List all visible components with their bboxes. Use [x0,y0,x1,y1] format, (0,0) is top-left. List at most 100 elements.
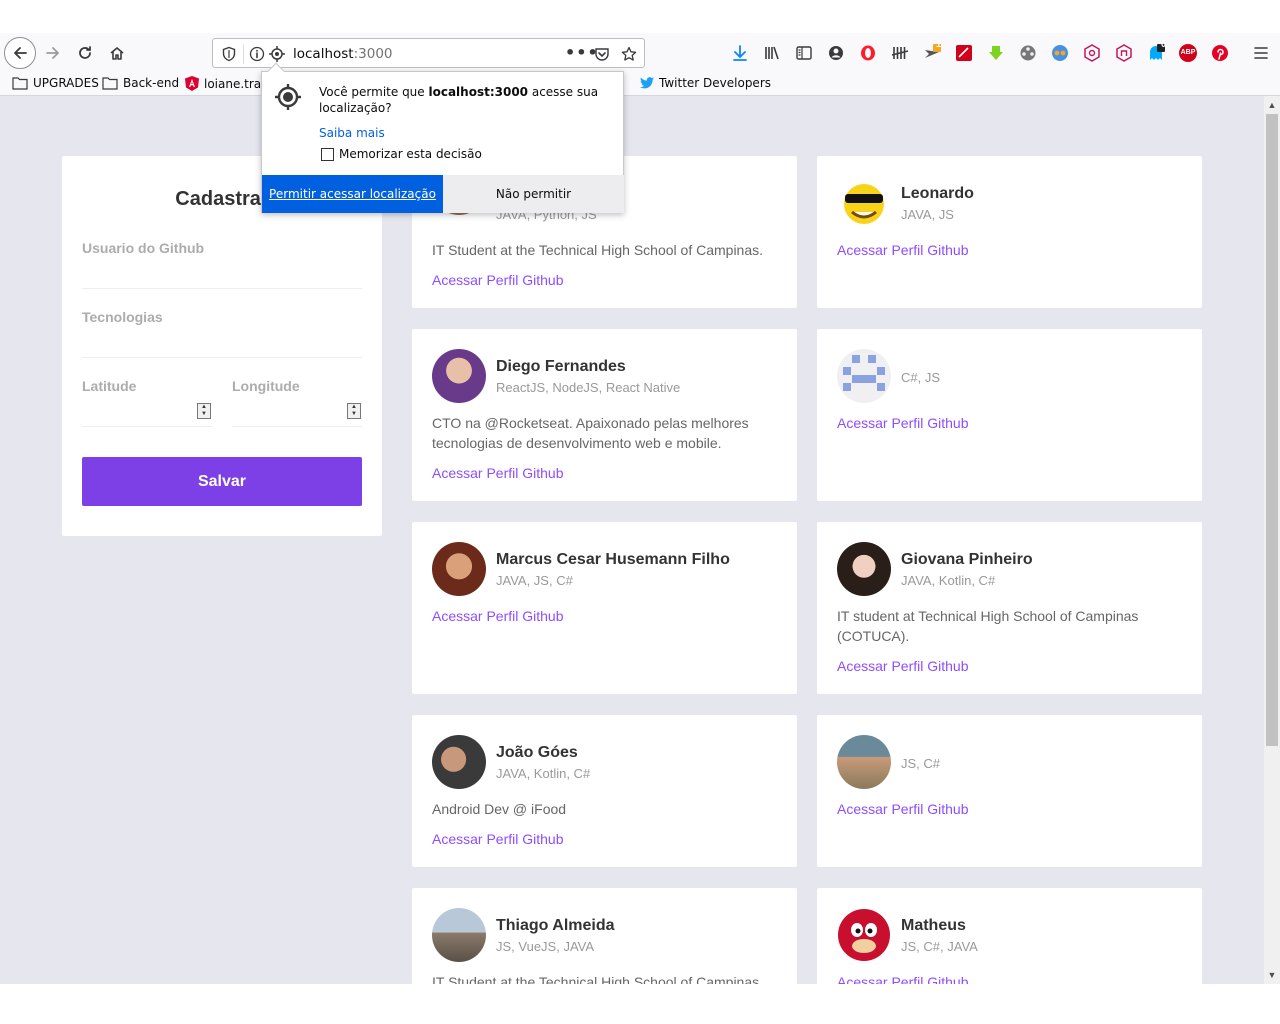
url-text: localhost:3000 [293,46,393,62]
techs-field[interactable]: Tecnologias [82,309,362,359]
scroll-up-arrow-icon[interactable]: ▲ [1267,100,1277,110]
avatar [837,176,891,230]
deny-location-button[interactable]: Não permitir [443,175,624,213]
bookmark-upgrades[interactable]: UPGRADES [12,76,99,90]
bookmark-loiane[interactable]: loiane.trair [185,76,269,91]
home-icon [110,47,124,60]
avatar [837,349,891,403]
dev-name: João Góes [496,744,578,761]
github-profile-link[interactable]: Acessar Perfil Github [837,801,969,817]
back-button[interactable] [4,37,36,69]
learn-more-link[interactable]: Saiba mais [319,126,385,140]
angular-icon [185,76,199,91]
dev-techs: C#, JS [901,370,941,385]
message-prefix: Você permite que [319,85,429,99]
pocket-icon[interactable] [594,46,610,62]
pdf-extension-icon[interactable] [955,44,973,62]
github-profile-link[interactable]: Acessar Perfil Github [837,242,969,258]
url-port: :3000 [353,46,393,62]
github-user-label: Usuario do Github [82,240,205,256]
glasses-extension-icon[interactable] [1051,44,1069,62]
dev-techs: JAVA, Kotlin, C# [901,573,996,588]
info-icon[interactable] [249,46,265,62]
field-underline [82,288,362,289]
bookmark-label: loiane.trair [204,76,270,91]
adblock-icon[interactable]: ABP [1179,44,1197,62]
avatar [432,735,486,789]
page-content: Cadastrar Usuario do Github Tecnologias … [0,96,1264,984]
github-profile-link[interactable]: Acessar Perfil Github [837,974,969,984]
latitude-stepper[interactable]: ▲ ▼ [197,403,211,419]
dev-card: JS, C# Acessar Perfil Github [817,715,1202,867]
deny-label: Não permitir [495,187,572,201]
dev-techs: JS, C#, JAVA [901,939,978,954]
identicon-avatar-icon [843,355,885,391]
account-icon[interactable] [827,44,845,62]
tally-icon[interactable] [891,44,909,62]
dev-card: Matheus JS, C#, JAVA Acessar Perfil Gith… [817,888,1202,984]
download-icon[interactable] [731,44,749,62]
film-reel-icon[interactable] [1019,44,1037,62]
github-profile-link[interactable]: Acessar Perfil Github [432,465,564,481]
dev-techs: JAVA, JS, C# [496,573,573,588]
hex-n-extension-icon[interactable] [1115,44,1133,62]
dev-card: Leonardo JAVA, JS Acessar Perfil Github [817,156,1202,308]
dev-bio: IT Student at the Technical High School … [432,974,764,984]
url-host: localhost [293,46,354,62]
message-host: localhost:3000 [428,85,529,99]
library-icon[interactable] [763,44,781,62]
bookmarks-bar: UPGRADES Back-end loiane.trair Twitter D… [0,73,1280,96]
sidebar-icon[interactable] [795,44,813,62]
pinterest-icon[interactable] [1211,44,1229,62]
forward-button[interactable] [37,37,69,69]
dev-techs: JAVA, Kotlin, C# [496,766,591,781]
window-bottom [0,984,1280,1024]
github-profile-link[interactable]: Acessar Perfil Github [837,415,969,431]
remember-checkbox[interactable] [321,147,334,161]
bookmark-label: Twitter Developers [659,76,772,90]
save-button[interactable]: Salvar [82,457,362,506]
star-icon[interactable] [621,46,637,62]
dev-bio: CTO na @Rocketseat. Apaixonado pelas mel… [432,415,749,451]
register-form-card: Cadastrar Usuario do Github Tecnologias … [62,156,382,536]
github-profile-link[interactable]: Acessar Perfil Github [837,658,969,674]
bookmark-back-end[interactable]: Back-end [102,76,179,90]
folder-icon [102,77,118,90]
avatar [432,542,486,596]
dev-bio: Android Dev @ iFood [432,801,567,817]
remember-decision[interactable]: Memorizar esta decisão [321,147,482,161]
reload-button[interactable] [69,37,101,69]
menu-icon[interactable] [1252,44,1270,62]
location-target-icon[interactable] [269,46,285,62]
reload-icon [79,46,91,59]
dev-techs: JS, C# [901,756,941,771]
shield-icon[interactable] [221,46,237,62]
latitude-label: Latitude [82,378,137,394]
field-underline [232,426,362,427]
avatar [837,908,891,962]
bookmark-twitter-developers[interactable]: Twitter Developers [640,76,771,90]
scroll-down-arrow-icon[interactable]: ▼ [1267,970,1277,980]
github-user-field[interactable]: Usuario do Github [82,240,362,290]
github-profile-link[interactable]: Acessar Perfil Github [432,272,564,288]
home-button[interactable] [101,37,133,69]
opera-icon[interactable] [859,44,877,62]
emoji-avatar-icon [837,176,891,230]
dev-bio: IT student at Technical High School of C… [837,608,1139,644]
arrow-right-icon [46,47,59,59]
dev-name: Matheus [901,917,966,934]
allow-location-button[interactable]: Permitir acessar localização [262,175,443,213]
allow-label: Permitir acessar localização [269,187,436,201]
dev-techs: JAVA, JS [901,207,954,222]
github-profile-link[interactable]: Acessar Perfil Github [432,608,564,624]
longitude-field[interactable]: Longitude ▲ ▼ [232,378,362,428]
dev-card: Diego Fernandes ReactJS, NodeJS, React N… [412,329,797,501]
longitude-stepper[interactable]: ▲ ▼ [347,403,361,419]
page-scrollbar[interactable]: ▲ ▼ [1264,96,1280,984]
scrollbar-thumb[interactable] [1266,114,1278,746]
latitude-field[interactable]: Latitude ▲ ▼ [82,378,212,428]
hex-d-extension-icon[interactable] [1083,44,1101,62]
github-profile-link[interactable]: Acessar Perfil Github [432,831,564,847]
download-helper-icon[interactable] [987,44,1005,62]
dev-name: Thiago Almeida [496,917,615,934]
